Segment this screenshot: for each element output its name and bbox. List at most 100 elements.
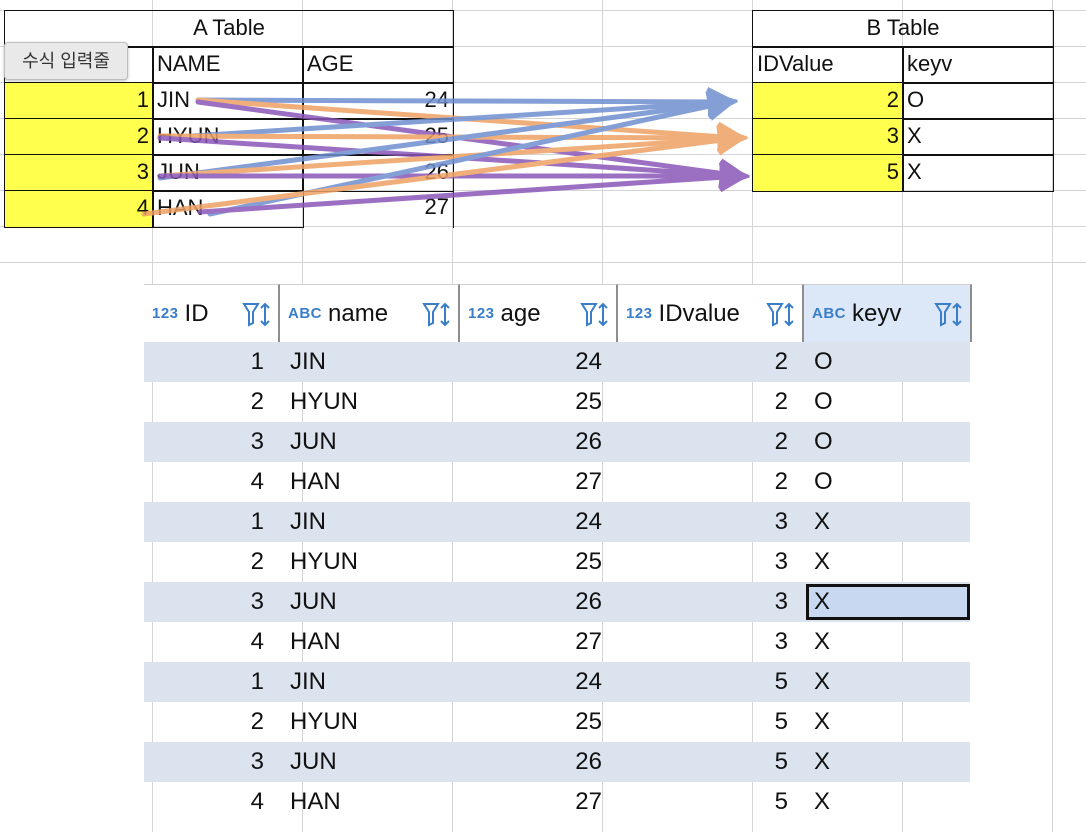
cell-age[interactable]: 27 bbox=[460, 622, 618, 662]
table-row[interactable]: 1 JIN 24 2 O bbox=[144, 342, 970, 382]
cell-keyv[interactable]: X bbox=[804, 622, 970, 662]
filter-sort-icon[interactable] bbox=[580, 301, 610, 329]
cell-age[interactable]: 24 bbox=[460, 662, 618, 702]
a-table-name-cell[interactable]: JIN bbox=[152, 82, 304, 120]
b-table-keyv-cell[interactable]: O bbox=[902, 82, 1054, 120]
cell-idvalue[interactable]: 3 bbox=[618, 622, 804, 662]
cell-keyv[interactable]: X bbox=[804, 662, 970, 702]
cell-keyv[interactable]: X bbox=[804, 782, 970, 822]
cell-keyv[interactable]: X bbox=[804, 542, 970, 582]
cell-idvalue[interactable]: 2 bbox=[618, 422, 804, 462]
cell-name[interactable]: HYUN bbox=[280, 382, 460, 422]
cell-name[interactable]: HAN bbox=[280, 782, 460, 822]
cell-id[interactable]: 3 bbox=[144, 742, 280, 782]
table-row[interactable]: 4 HAN 27 2 O bbox=[144, 462, 970, 502]
filter-sort-icon[interactable] bbox=[766, 301, 796, 329]
a-table-header-name[interactable]: NAME bbox=[152, 46, 304, 84]
b-table-idvalue-cell[interactable]: 5 bbox=[752, 154, 904, 192]
table-row[interactable]: 2 HYUN 25 2 O bbox=[144, 382, 970, 422]
cell-idvalue[interactable]: 5 bbox=[618, 702, 804, 742]
cell-idvalue[interactable]: 2 bbox=[618, 462, 804, 502]
cell-idvalue[interactable]: 5 bbox=[618, 782, 804, 822]
filter-sort-icon[interactable] bbox=[422, 301, 452, 329]
b-table-header-keyv[interactable]: keyv bbox=[902, 46, 1054, 84]
table-row[interactable]: 4 HAN 27 5 X bbox=[144, 782, 970, 822]
column-header-age[interactable]: 123 age bbox=[460, 284, 618, 342]
cell-age[interactable]: 24 bbox=[460, 502, 618, 542]
cell-age[interactable]: 27 bbox=[460, 782, 618, 822]
a-table-id-cell[interactable]: 1 bbox=[4, 82, 154, 120]
a-table-age-cell[interactable]: 26 bbox=[302, 154, 454, 192]
cell-idvalue[interactable]: 2 bbox=[618, 342, 804, 382]
table-row[interactable]: 4 HAN 27 3 X bbox=[144, 622, 970, 662]
column-header-id[interactable]: 123 ID bbox=[144, 284, 280, 342]
table-row[interactable]: 2 HYUN 25 3 X bbox=[144, 542, 970, 582]
cell-name[interactable]: JUN bbox=[280, 422, 460, 462]
a-table-id-cell[interactable]: 3 bbox=[4, 154, 154, 192]
cell-keyv[interactable]: X bbox=[804, 582, 970, 622]
cell-id[interactable]: 4 bbox=[144, 622, 280, 662]
a-table-age-cell[interactable]: 27 bbox=[302, 190, 454, 228]
cell-idvalue[interactable]: 2 bbox=[618, 382, 804, 422]
cell-idvalue[interactable]: 3 bbox=[618, 582, 804, 622]
cell-id[interactable]: 4 bbox=[144, 782, 280, 822]
cell-idvalue[interactable]: 3 bbox=[618, 502, 804, 542]
cell-age[interactable]: 24 bbox=[460, 342, 618, 382]
cell-age[interactable]: 25 bbox=[460, 542, 618, 582]
a-table-header-age[interactable]: AGE bbox=[302, 46, 454, 84]
cell-name[interactable]: HYUN bbox=[280, 542, 460, 582]
table-row[interactable]: 1 JIN 24 3 X bbox=[144, 502, 970, 542]
cell-age[interactable]: 26 bbox=[460, 582, 618, 622]
cell-name[interactable]: JUN bbox=[280, 582, 460, 622]
table-row[interactable]: 3 JUN 26 5 X bbox=[144, 742, 970, 782]
a-table-name-cell[interactable]: HYUN bbox=[152, 118, 304, 156]
filter-sort-icon[interactable] bbox=[934, 301, 964, 329]
cell-keyv[interactable]: O bbox=[804, 462, 970, 502]
a-table-age-cell[interactable]: 25 bbox=[302, 118, 454, 156]
cell-id[interactable]: 2 bbox=[144, 702, 280, 742]
cell-name[interactable]: JIN bbox=[280, 662, 460, 702]
cell-age[interactable]: 27 bbox=[460, 462, 618, 502]
cell-idvalue[interactable]: 5 bbox=[618, 662, 804, 702]
cell-keyv[interactable]: X bbox=[804, 702, 970, 742]
cell-id[interactable]: 1 bbox=[144, 342, 280, 382]
cell-id[interactable]: 2 bbox=[144, 542, 280, 582]
filter-sort-icon[interactable] bbox=[242, 301, 272, 329]
b-table-keyv-cell[interactable]: X bbox=[902, 154, 1054, 192]
cell-name[interactable]: HYUN bbox=[280, 702, 460, 742]
cell-age[interactable]: 25 bbox=[460, 702, 618, 742]
table-row[interactable]: 1 JIN 24 5 X bbox=[144, 662, 970, 702]
cell-age[interactable]: 26 bbox=[460, 742, 618, 782]
b-table-idvalue-cell[interactable]: 3 bbox=[752, 118, 904, 156]
cell-id[interactable]: 1 bbox=[144, 662, 280, 702]
cell-keyv[interactable]: O bbox=[804, 342, 970, 382]
a-table-name-cell[interactable]: JUN bbox=[152, 154, 304, 192]
cell-keyv[interactable]: O bbox=[804, 382, 970, 422]
cell-id[interactable]: 3 bbox=[144, 422, 280, 462]
cell-name[interactable]: JUN bbox=[280, 742, 460, 782]
cell-keyv[interactable]: X bbox=[804, 502, 970, 542]
cell-age[interactable]: 26 bbox=[460, 422, 618, 462]
cell-idvalue[interactable]: 3 bbox=[618, 542, 804, 582]
a-table-id-cell[interactable]: 2 bbox=[4, 118, 154, 156]
column-header-idvalue[interactable]: 123 IDvalue bbox=[618, 284, 804, 342]
cell-name[interactable]: HAN bbox=[280, 462, 460, 502]
table-row[interactable]: 3 JUN 26 3 X bbox=[144, 582, 970, 622]
a-table-id-cell[interactable]: 4 bbox=[4, 190, 154, 228]
cell-name[interactable]: JIN bbox=[280, 502, 460, 542]
table-row[interactable]: 2 HYUN 25 5 X bbox=[144, 702, 970, 742]
b-table-title[interactable]: B Table bbox=[752, 10, 1054, 48]
table-row[interactable]: 3 JUN 26 2 O bbox=[144, 422, 970, 462]
cell-id[interactable]: 3 bbox=[144, 582, 280, 622]
b-table-header-idvalue[interactable]: IDValue bbox=[752, 46, 904, 84]
b-table-idvalue-cell[interactable]: 2 bbox=[752, 82, 904, 120]
cell-name[interactable]: HAN bbox=[280, 622, 460, 662]
cell-id[interactable]: 4 bbox=[144, 462, 280, 502]
cell-id[interactable]: 2 bbox=[144, 382, 280, 422]
cell-idvalue[interactable]: 5 bbox=[618, 742, 804, 782]
cell-name[interactable]: JIN bbox=[280, 342, 460, 382]
cell-id[interactable]: 1 bbox=[144, 502, 280, 542]
a-table-name-cell[interactable]: HAN bbox=[152, 190, 304, 228]
column-header-name[interactable]: ABC name bbox=[280, 284, 460, 342]
column-header-keyv[interactable]: ABC keyv bbox=[804, 284, 972, 342]
